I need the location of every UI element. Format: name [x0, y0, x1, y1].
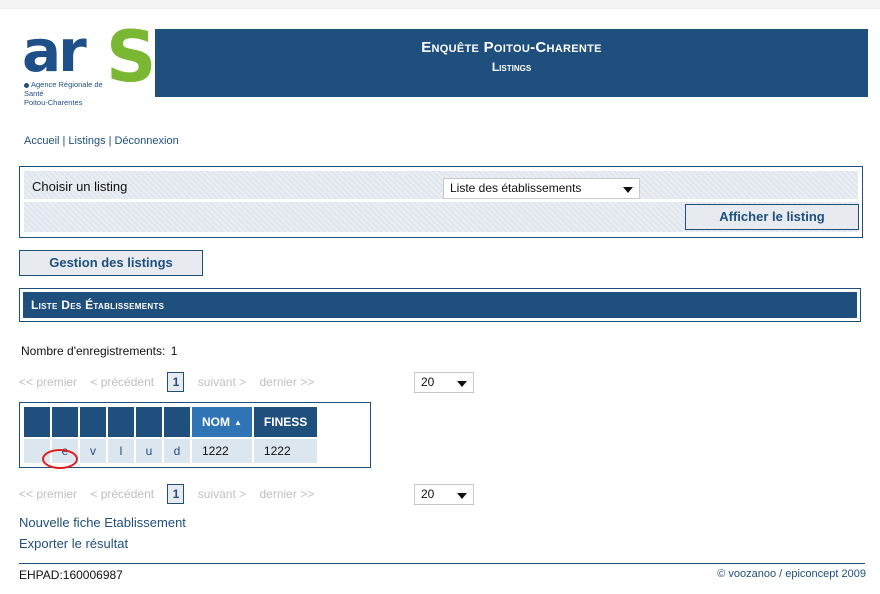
new-record-link[interactable]: Nouvelle fiche Etablissement: [19, 515, 186, 530]
edit-action[interactable]: e: [52, 439, 78, 463]
pagination-bottom: << premier < précédent 1 suivant > derni…: [19, 484, 324, 504]
page-size-value: 20: [421, 375, 435, 389]
list-action[interactable]: l: [108, 439, 134, 463]
nav-separator: |: [108, 135, 112, 147]
logo-letters: ar: [22, 17, 87, 85]
pager-first-link[interactable]: << premier: [19, 375, 77, 389]
chevron-down-icon: [457, 381, 467, 387]
column-header-blank: [52, 407, 78, 437]
column-header-blank: [80, 407, 106, 437]
column-header-nom[interactable]: NOM ▲: [192, 407, 252, 437]
pagination-top: << premier < précédent 1 suivant > derni…: [19, 372, 324, 392]
choose-listing-label: Choisir un listing: [32, 179, 128, 194]
pager-first-link[interactable]: << premier: [19, 487, 77, 501]
record-count-value: 1: [170, 344, 178, 358]
export-link[interactable]: Exporter le résultat: [19, 536, 128, 551]
page-size-select[interactable]: 20: [414, 484, 474, 505]
show-listing-button[interactable]: Afficher le listing: [685, 204, 859, 230]
page-subtitle: Listings: [491, 60, 532, 74]
pager-prev-link[interactable]: < précédent: [90, 487, 154, 501]
header-banner: Enquête Poitou-Charente Listings: [155, 29, 868, 97]
listing-select[interactable]: Liste des établissements: [443, 178, 640, 199]
logo-subtitle: Agence Régionale de Santé Poitou-Charent…: [24, 80, 124, 107]
update-action[interactable]: u: [136, 439, 162, 463]
footer-divider: [19, 563, 865, 564]
ars-logo: ar S Agence Régionale de Santé Poitou-Ch…: [22, 17, 162, 107]
column-header-finess[interactable]: FINESS: [253, 407, 318, 437]
pager-next-link[interactable]: suivant >: [198, 487, 246, 501]
nav-listings-link[interactable]: Listings: [68, 135, 105, 147]
top-shade: [0, 0, 880, 9]
chevron-down-icon: [623, 187, 633, 193]
logo-sub-line1: Agence Régionale de Santé: [24, 80, 124, 98]
top-nav: Accueil | Listings | Déconnexion: [24, 135, 179, 147]
pager-current-page[interactable]: 1: [167, 372, 185, 392]
table-row: e v l u d 1222 1222: [24, 439, 318, 463]
page-size-select[interactable]: 20: [414, 372, 474, 393]
footer-copyright: © voozanoo / epiconcept 2009: [717, 568, 866, 580]
pager-current-page[interactable]: 1: [167, 484, 185, 504]
results-table-frame: NOM ▲ FINESS e v l u d 1222 1222: [19, 402, 371, 468]
manage-listings-button[interactable]: Gestion des listings: [19, 250, 203, 276]
nav-accueil-link[interactable]: Accueil: [24, 135, 59, 147]
nav-separator: |: [62, 135, 66, 147]
pager-last-link[interactable]: dernier >>: [260, 487, 315, 501]
pager-next-link[interactable]: suivant >: [198, 375, 246, 389]
listing-select-value: Liste des établissements: [450, 181, 582, 195]
section-title: Liste Des Établissements: [23, 292, 857, 318]
nav-deconnexion-link[interactable]: Déconnexion: [114, 135, 178, 147]
form-row-select: Choisir un listing: [24, 171, 858, 199]
cell-finess: 1222: [253, 439, 318, 463]
table-header-row: NOM ▲ FINESS: [24, 407, 318, 437]
column-header-blank: [136, 407, 162, 437]
column-header-blank: [108, 407, 134, 437]
logo-sub-line2: Poitou-Charentes: [24, 98, 83, 107]
view-action[interactable]: v: [80, 439, 106, 463]
results-table: NOM ▲ FINESS e v l u d 1222 1222: [22, 405, 319, 465]
column-header-blank: [24, 407, 50, 437]
page-title: Enquête Poitou-Charente: [421, 39, 602, 56]
section-header: Liste Des Établissements: [19, 288, 861, 322]
footer-establishment-id: EHPAD:160006987: [19, 568, 123, 582]
column-header-nom-label: NOM: [202, 415, 230, 429]
chevron-down-icon: [457, 493, 467, 499]
blank-cell: [24, 439, 50, 463]
record-count-label: Nombre d'enregistrements:: [21, 344, 166, 358]
pager-last-link[interactable]: dernier >>: [260, 375, 315, 389]
delete-action[interactable]: d: [164, 439, 190, 463]
cell-nom: 1222: [192, 439, 252, 463]
record-count: Nombre d'enregistrements: 1: [19, 344, 177, 358]
pager-prev-link[interactable]: < précédent: [90, 375, 154, 389]
sort-ascending-icon: ▲: [234, 418, 242, 428]
column-header-blank: [164, 407, 190, 437]
page-size-value: 20: [421, 487, 435, 501]
